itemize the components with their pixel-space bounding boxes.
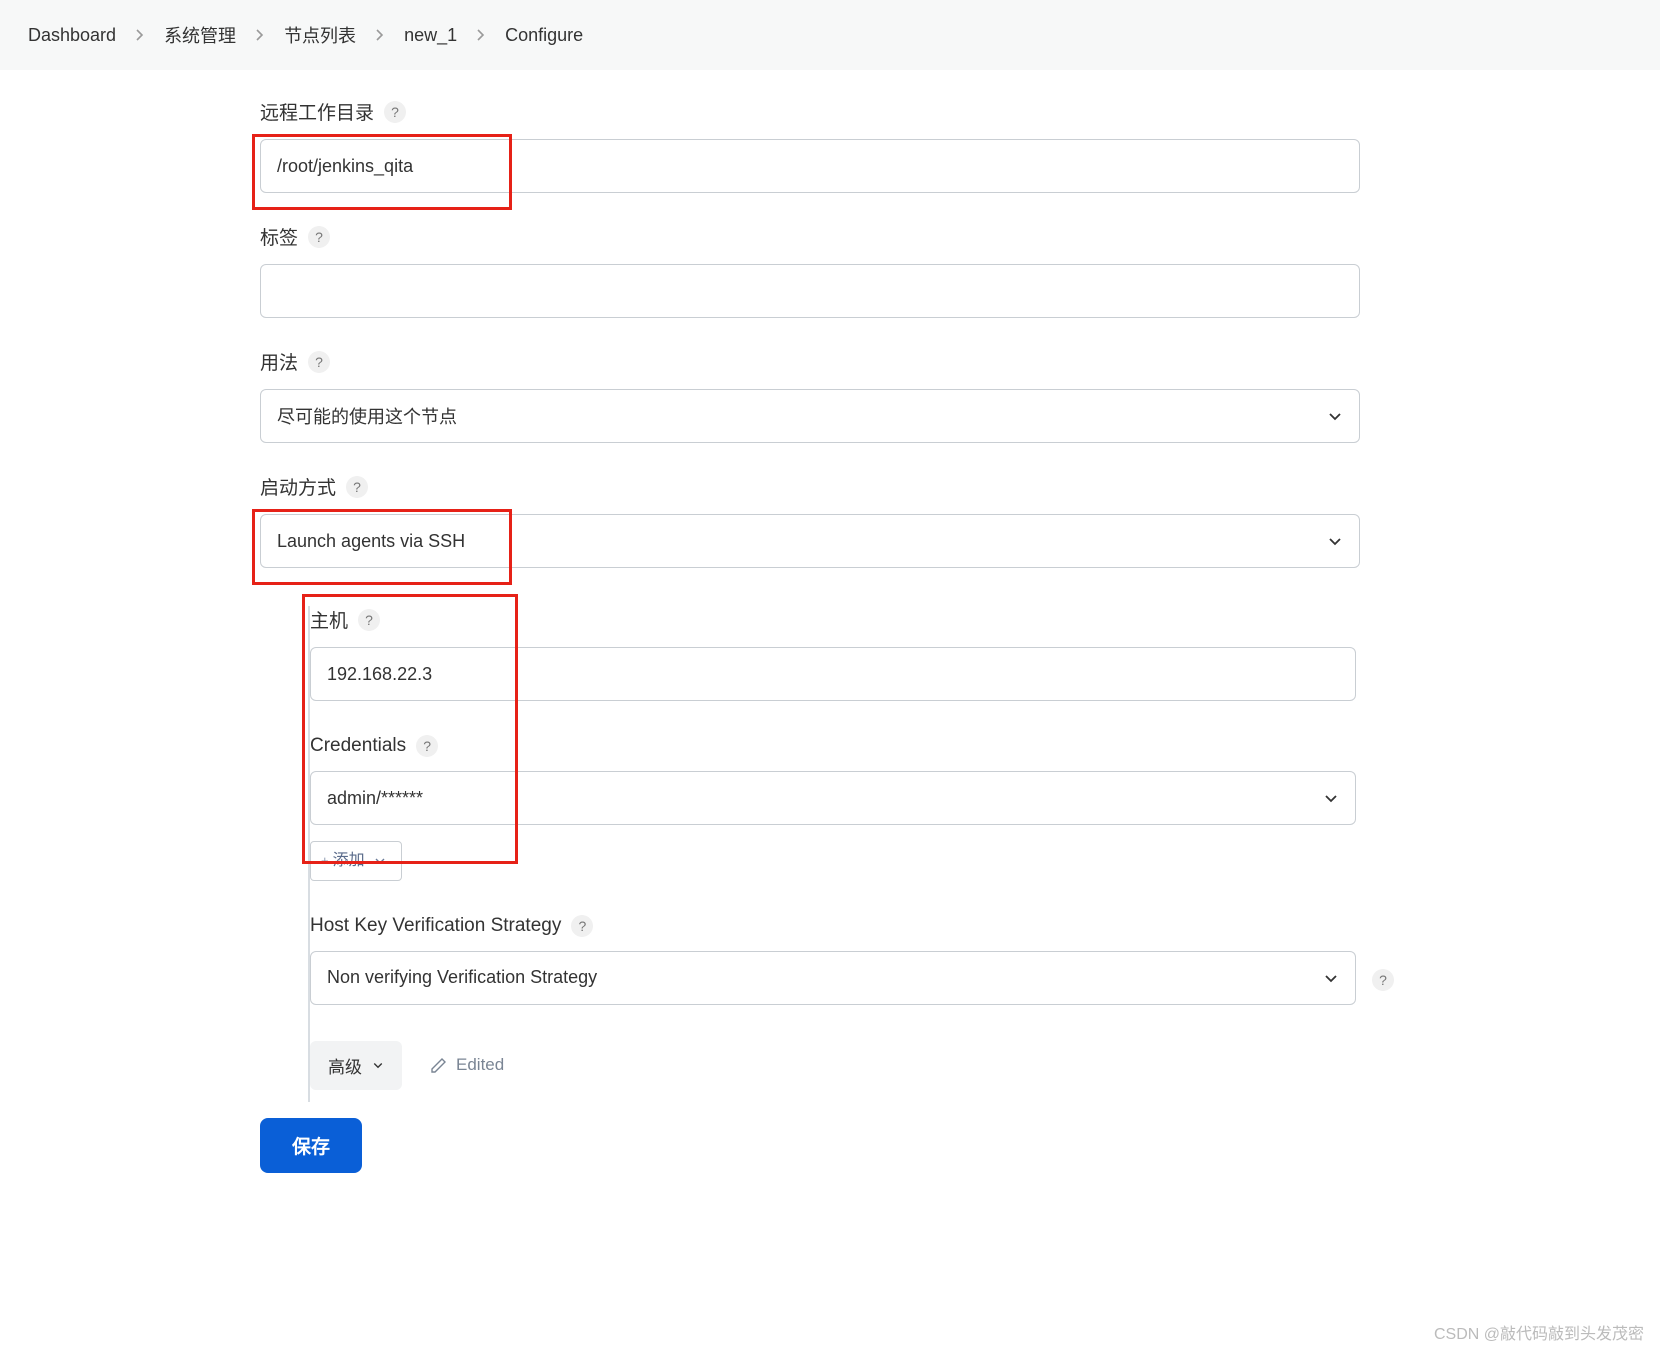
form-group-launch: 启动方式 ? Launch agents via SSH xyxy=(260,473,1360,568)
label-host: 主机 xyxy=(310,606,348,633)
host-key-selected-value: Non verifying Verification Strategy xyxy=(327,967,597,988)
label-remote-dir: 远程工作目录 xyxy=(260,98,374,125)
help-icon[interactable]: ? xyxy=(1372,969,1394,991)
host-input[interactable] xyxy=(310,647,1356,701)
label-usage: 用法 xyxy=(260,348,298,375)
usage-select[interactable]: 尽可能的使用这个节点 xyxy=(260,389,1360,443)
edited-label: Edited xyxy=(456,1055,504,1075)
pencil-icon xyxy=(430,1056,448,1074)
credentials-select[interactable]: admin/****** xyxy=(310,771,1356,825)
breadcrumb-item-configure[interactable]: Configure xyxy=(505,25,583,46)
label-credentials: Credentials xyxy=(310,735,406,757)
save-button[interactable]: 保存 xyxy=(260,1118,362,1173)
advanced-button-label: 高级 xyxy=(328,1053,362,1078)
remote-dir-input[interactable] xyxy=(260,139,1360,193)
edited-indicator: Edited xyxy=(430,1055,504,1075)
chevron-right-icon xyxy=(376,29,384,41)
chevron-down-icon xyxy=(375,856,385,866)
credentials-selected-value: admin/****** xyxy=(327,788,423,809)
help-icon[interactable]: ? xyxy=(358,609,380,631)
breadcrumb-item-system[interactable]: 系统管理 xyxy=(164,22,236,48)
chevron-down-icon xyxy=(1323,790,1339,806)
chevron-right-icon xyxy=(477,29,485,41)
form-group-host: 主机 ? xyxy=(310,606,1356,701)
breadcrumb-item-nodes[interactable]: 节点列表 xyxy=(284,22,356,48)
chevron-right-icon xyxy=(136,29,144,41)
label-host-key: Host Key Verification Strategy xyxy=(310,915,561,937)
label-launch: 启动方式 xyxy=(260,473,336,500)
usage-selected-value: 尽可能的使用这个节点 xyxy=(277,403,457,429)
help-icon[interactable]: ? xyxy=(416,735,438,757)
chevron-down-icon xyxy=(1323,970,1339,986)
host-key-select[interactable]: Non verifying Verification Strategy xyxy=(310,951,1356,1005)
add-credentials-button[interactable]: + 添加 xyxy=(310,841,402,881)
help-icon[interactable]: ? xyxy=(346,476,368,498)
labels-input[interactable] xyxy=(260,264,1360,318)
advanced-button[interactable]: 高级 xyxy=(310,1041,402,1090)
form-group-remote-dir: 远程工作目录 ? xyxy=(260,98,1360,193)
add-button-label: 添加 xyxy=(333,852,365,870)
chevron-down-icon xyxy=(372,1059,384,1071)
launch-ssh-subsection: 主机 ? Credentials ? admin/****** + 添加 xyxy=(308,606,1356,1102)
form-group-labels: 标签 ? xyxy=(260,223,1360,318)
help-icon[interactable]: ? xyxy=(308,351,330,373)
launch-selected-value: Launch agents via SSH xyxy=(277,531,465,552)
help-icon[interactable]: ? xyxy=(571,915,593,937)
form-group-host-key: Host Key Verification Strategy ? Non ver… xyxy=(310,915,1356,1005)
watermark: CSDN @敲代码敲到头发茂密 xyxy=(1434,1320,1644,1344)
breadcrumb: Dashboard 系统管理 节点列表 new_1 Configure xyxy=(0,0,1660,70)
form-group-usage: 用法 ? 尽可能的使用这个节点 xyxy=(260,348,1360,443)
chevron-right-icon xyxy=(256,29,264,41)
breadcrumb-item-dashboard[interactable]: Dashboard xyxy=(28,25,116,46)
launch-select[interactable]: Launch agents via SSH xyxy=(260,514,1360,568)
advanced-row: 高级 Edited xyxy=(310,1041,1356,1102)
breadcrumb-item-node-name[interactable]: new_1 xyxy=(404,25,457,46)
help-icon[interactable]: ? xyxy=(308,226,330,248)
form-group-credentials: Credentials ? admin/****** + 添加 xyxy=(310,735,1356,881)
label-labels: 标签 xyxy=(260,223,298,250)
chevron-down-icon xyxy=(1327,408,1343,424)
plus-icon: + xyxy=(321,853,329,868)
chevron-down-icon xyxy=(1327,533,1343,549)
help-icon[interactable]: ? xyxy=(384,101,406,123)
